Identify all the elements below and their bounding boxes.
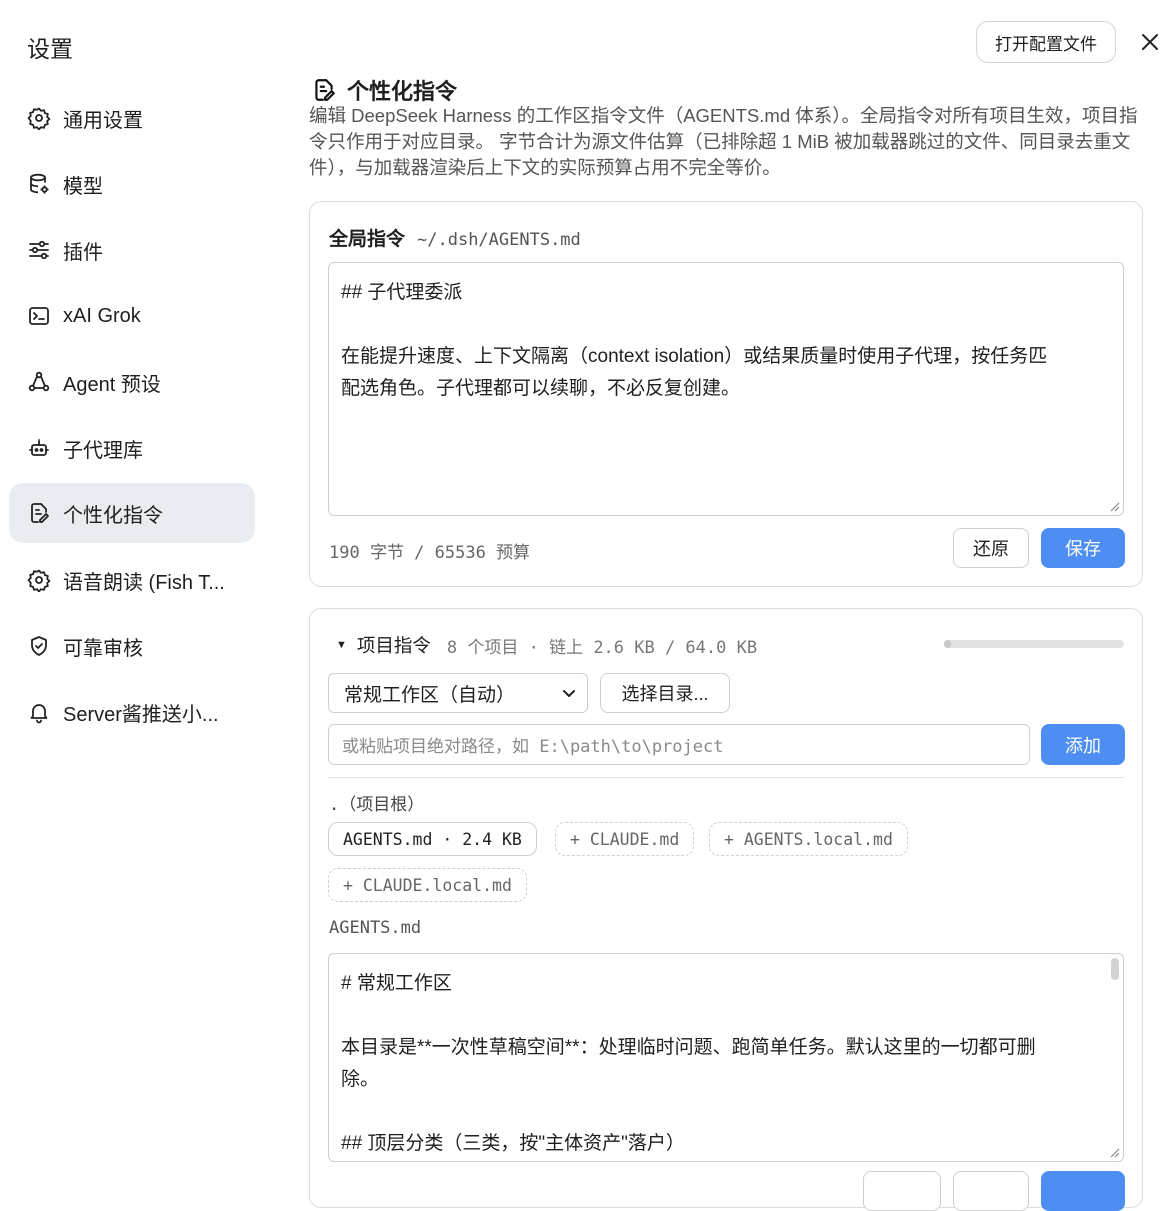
sidebar-item-label: Agent 预设 [63, 373, 161, 396]
shield-icon [27, 634, 51, 658]
project-instructions-editor[interactable]: # 常规工作区 本目录是**一次性草稿空间**：处理临时问题、跑简单任务。默认这… [328, 953, 1124, 1162]
project-budget-bar-fill [944, 640, 952, 648]
sidebar-item-subagent-library[interactable]: 子代理库 [9, 418, 255, 478]
sidebar-item-label: 通用设置 [63, 109, 143, 132]
project-instructions-meta: 8 个项目 · 链上 2.6 KB / 64.0 KB [446, 637, 758, 658]
sliders-icon [27, 238, 51, 262]
sidebar-item-label: 子代理库 [63, 439, 143, 462]
save-button[interactable]: 保存 [1041, 528, 1125, 568]
global-bytes-info: 190 字节 / 65536 预算 [329, 543, 531, 563]
chevron-down-icon [563, 690, 575, 697]
editor-scrollbar[interactable] [1111, 958, 1119, 980]
sidebar-item-label: xAI Grok [63, 304, 141, 327]
sidebar-item-personal-instructions[interactable]: 个性化指令 [9, 483, 255, 543]
database-icon [27, 172, 51, 196]
sidebar-item-tts[interactable]: 语音朗读 (Fish T... [9, 550, 255, 610]
network-icon [27, 370, 51, 394]
resize-grip-icon[interactable] [1108, 1146, 1120, 1158]
restore-button[interactable]: 还原 [953, 528, 1029, 568]
global-instructions-card: 全局指令 ~/.dsh/AGENTS.md ## 子代理委派 在能提升速度、上下… [309, 201, 1143, 587]
sidebar-item-general[interactable]: 通用设置 [9, 88, 255, 148]
project-instructions-header[interactable]: ▼ 项目指令 8 个项目 · 链上 2.6 KB / 64.0 KB [336, 632, 757, 658]
resize-grip-icon[interactable] [1108, 500, 1120, 512]
sidebar-item-label: 插件 [63, 241, 103, 264]
project-path-input[interactable]: 或粘贴项目绝对路径，如 E:\path\to\project [328, 724, 1030, 765]
close-icon[interactable] [1138, 30, 1162, 54]
add-project-button[interactable]: 添加 [1041, 724, 1125, 765]
editor-line: 在能提升速度、上下文隔离（context isolation）或结果质量时使用子… [341, 346, 1048, 367]
editor-line: 配选角色。子代理都可以续聊，不必反复创建。 [341, 378, 741, 399]
page-title: 个性化指令 [311, 74, 457, 106]
divider [328, 777, 1124, 778]
settings-title: 设置 [27, 36, 73, 62]
page-description: 编辑 DeepSeek Harness 的工作区指令文件（AGENTS.md 体… [309, 105, 1138, 178]
project-instructions-card: ▼ 项目指令 8 个项目 · 链上 2.6 KB / 64.0 KB 常规工作区… [309, 608, 1143, 1211]
settings-sidebar: 设置 通用设置 模型 插件 xAI Grok Agent 预设 子代理库 个性化… [0, 0, 270, 1179]
sidebar-item-label: 语音朗读 (Fish T... [63, 571, 225, 594]
bell-icon [27, 700, 51, 724]
global-instructions-header: 全局指令 ~/.dsh/AGENTS.md [329, 224, 581, 251]
project-restore-button[interactable] [953, 1171, 1029, 1211]
editor-line: 除。 [341, 1069, 380, 1090]
sidebar-item-label: 模型 [63, 175, 103, 198]
workspace-select-value: 常规工作区（自动） [344, 684, 516, 706]
sidebar-item-label: Server酱推送小... [63, 703, 219, 726]
project-root-label: .（项目根） [329, 795, 425, 815]
sidebar-item-xai-grok[interactable]: xAI Grok [9, 286, 255, 346]
collapse-triangle-icon[interactable]: ▼ [336, 639, 347, 651]
sidebar-item-agent-presets[interactable]: Agent 预设 [9, 352, 255, 412]
editor-line: ## 子代理委派 [341, 282, 463, 303]
gear-icon [27, 106, 51, 130]
workspace-select[interactable]: 常规工作区（自动） [328, 673, 588, 713]
terminal-icon [27, 304, 51, 328]
editor-line: ## 顶层分类（三类，按"主体资产"落户） [341, 1133, 685, 1154]
project-budget-bar [944, 640, 1124, 648]
project-instructions-title: 项目指令 [356, 635, 431, 656]
selected-file-label: AGENTS.md [329, 918, 422, 938]
choose-directory-button[interactable]: 选择目录... [600, 673, 730, 713]
sidebar-item-serverchan[interactable]: Server酱推送小... [9, 682, 255, 742]
robot-icon [27, 436, 51, 460]
editor-line: # 常规工作区 [341, 973, 452, 994]
sidebar-item-review[interactable]: 可靠审核 [9, 616, 255, 676]
open-config-button[interactable]: 打开配置文件 [976, 21, 1116, 63]
file-chip-add-agents-local[interactable]: + AGENTS.local.md [709, 822, 908, 856]
project-save-button[interactable] [1041, 1171, 1125, 1211]
global-instructions-editor[interactable]: ## 子代理委派 在能提升速度、上下文隔离（context isolation）… [328, 262, 1124, 516]
file-chip-agents[interactable]: AGENTS.md · 2.4 KB [328, 822, 537, 856]
editor-line: 本目录是**一次性草稿空间**：处理临时问题、跑简单任务。默认这里的一切都可删 [341, 1037, 1036, 1058]
file-chip-add-claude[interactable]: + CLAUDE.md [555, 822, 695, 856]
global-instructions-title: 全局指令 [329, 229, 406, 250]
global-instructions-path: ~/.dsh/AGENTS.md [417, 230, 581, 250]
sidebar-item-label: 个性化指令 [63, 504, 163, 527]
project-path-placeholder: 或粘贴项目绝对路径，如 E:\path\to\project [342, 737, 724, 757]
gear-icon [27, 568, 51, 592]
sidebar-item-label: 可靠审核 [63, 637, 143, 660]
edit-doc-icon [311, 77, 337, 103]
page-title-text: 个性化指令 [347, 79, 458, 104]
edit-doc-icon [27, 501, 51, 525]
project-extra-button[interactable] [863, 1171, 941, 1211]
sidebar-item-models[interactable]: 模型 [9, 154, 255, 214]
file-chip-add-claude-local[interactable]: + CLAUDE.local.md [328, 868, 527, 902]
sidebar-item-plugins[interactable]: 插件 [9, 220, 255, 280]
